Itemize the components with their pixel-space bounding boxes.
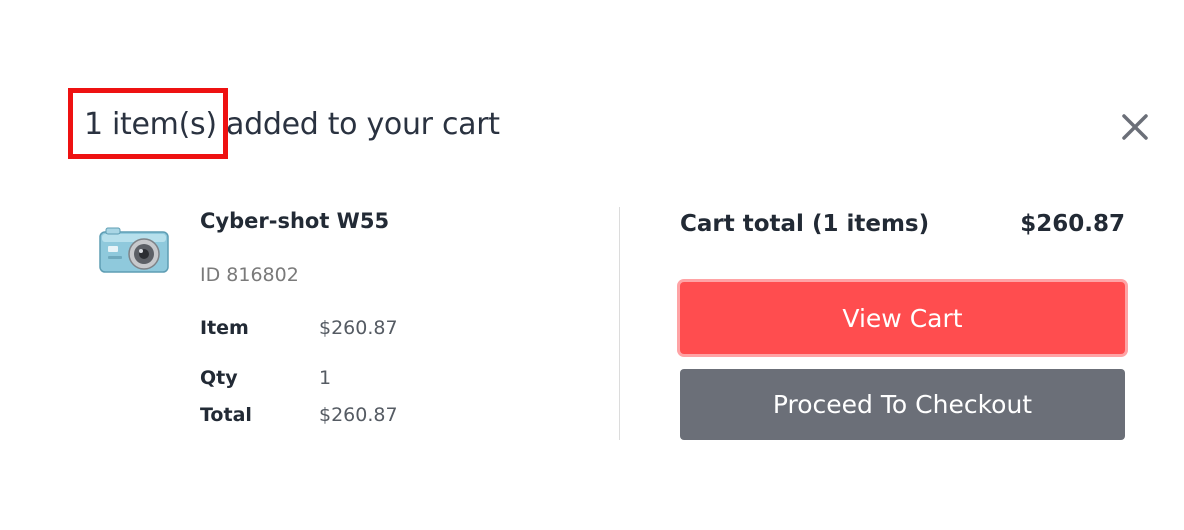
view-cart-button[interactable]: View Cart <box>680 282 1125 354</box>
add-to-cart-modal: 1 item(s) added to your cart Cyber-shot … <box>0 0 1184 530</box>
proceed-to-checkout-button[interactable]: Proceed To Checkout <box>680 369 1125 440</box>
line-total-label: Total <box>200 404 252 426</box>
vertical-divider <box>619 207 620 440</box>
quantity-value: 1 <box>319 367 332 389</box>
cart-total-label: Cart total (1 items) <box>680 211 930 237</box>
item-price-value: $260.87 <box>319 317 398 339</box>
line-total-value: $260.87 <box>319 404 398 426</box>
product-id: ID 816802 <box>200 264 299 286</box>
title-rest-text: added to your cart <box>226 107 500 142</box>
close-icon[interactable] <box>1118 110 1152 144</box>
camera-icon <box>96 222 174 280</box>
quantity-label: Qty <box>200 367 238 389</box>
cart-total-value: $260.87 <box>1020 211 1125 237</box>
product-name[interactable]: Cyber-shot W55 <box>200 206 389 236</box>
highlight-annotation-box <box>68 88 228 159</box>
item-price-label: Item <box>200 317 249 339</box>
